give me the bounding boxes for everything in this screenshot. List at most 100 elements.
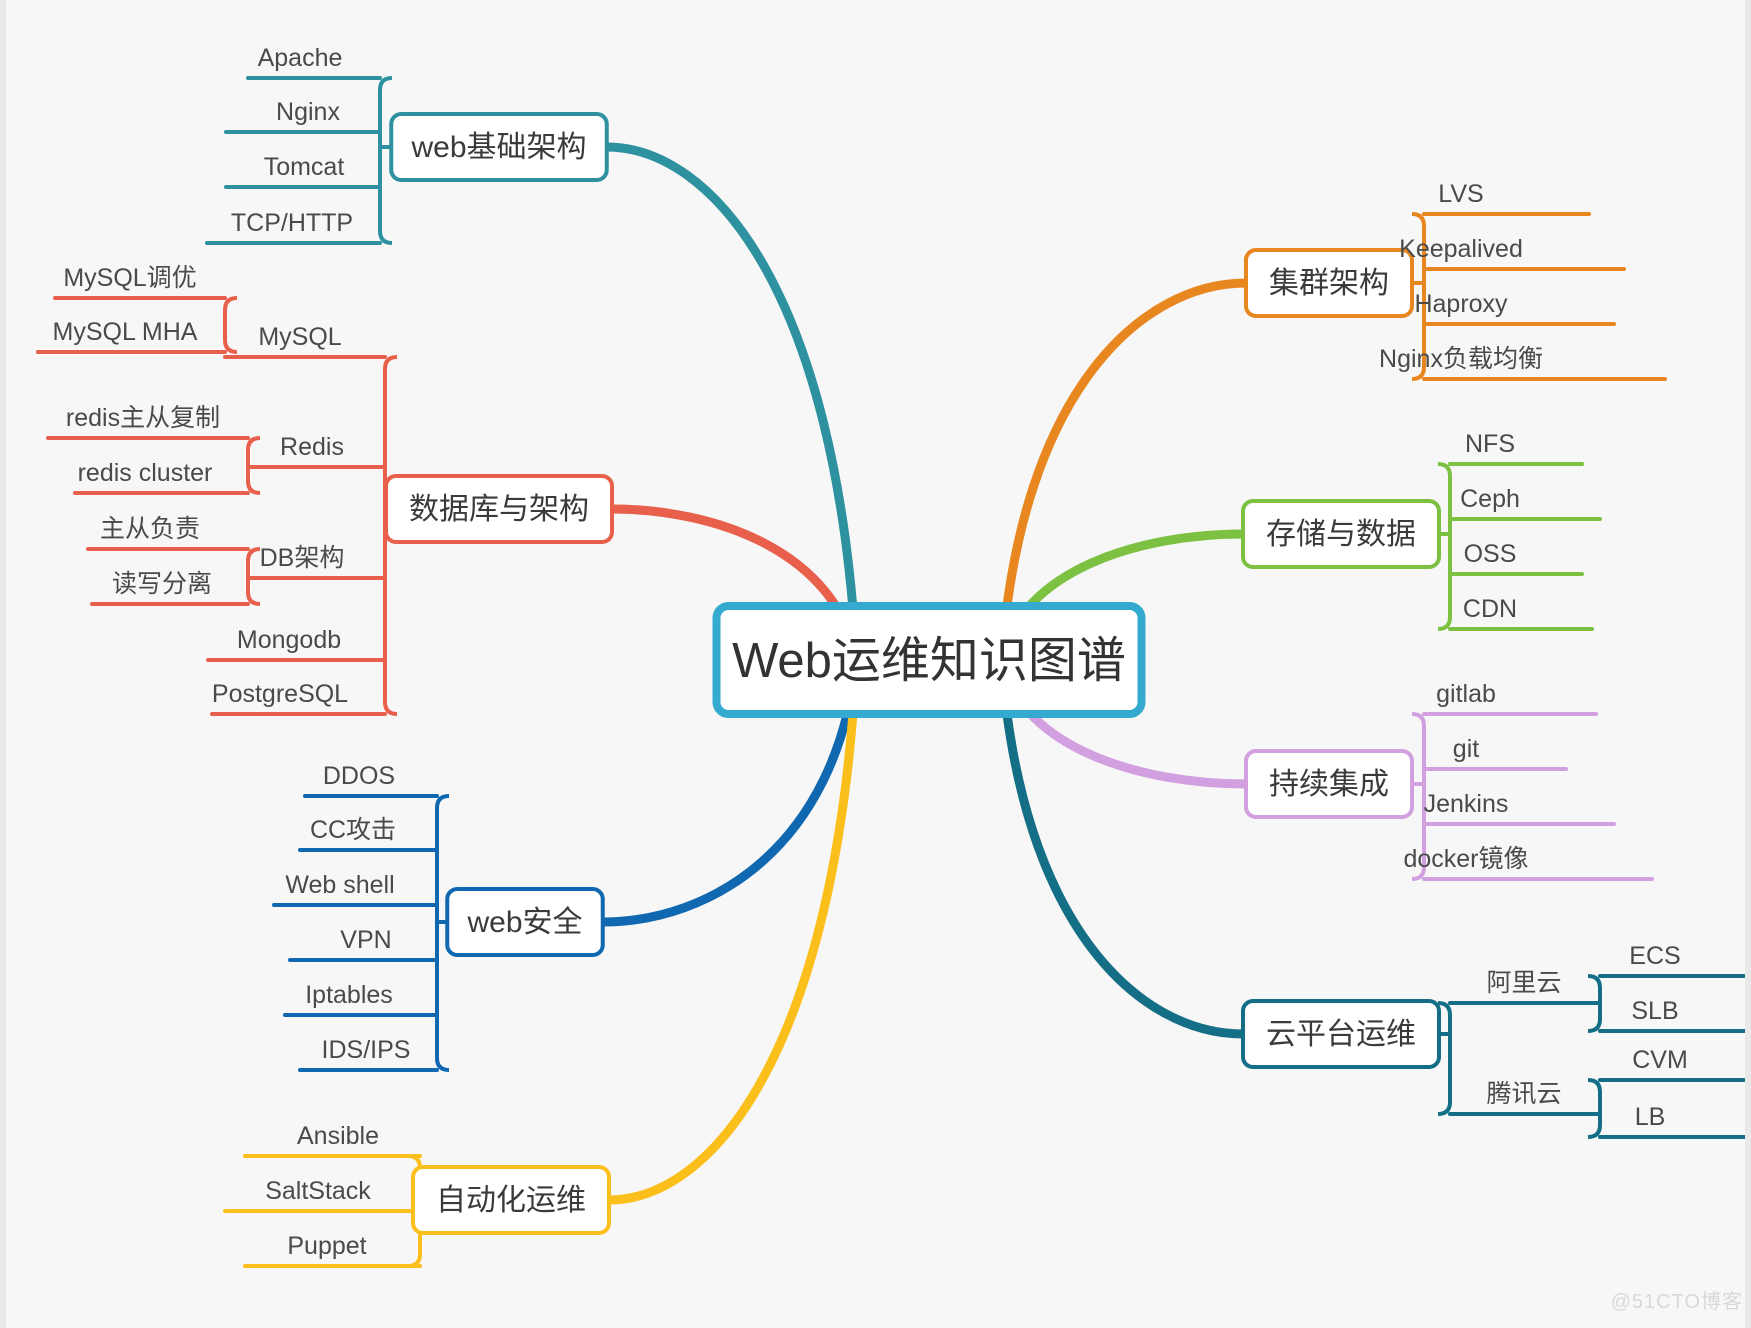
leaf-web-base-2[interactable]: Tomcat	[264, 153, 345, 181]
leaf-label: redis cluster	[78, 459, 213, 487]
leaf-database-2-0[interactable]: 主从负责	[100, 515, 200, 543]
leaf-database-0-1[interactable]: MySQL MHA	[53, 318, 198, 346]
leaf-database-1-0[interactable]: redis主从复制	[66, 404, 220, 432]
leaf-storage-0[interactable]: NFS	[1465, 430, 1515, 458]
leaf-ci-3[interactable]: docker镜像	[1403, 845, 1528, 873]
leaf-label: DDOS	[323, 762, 395, 790]
mid-database-3[interactable]: Mongodb	[237, 626, 341, 654]
mindmap-canvas: Web运维知识图谱 web基础架构 Apache Nginx Tomcat TCP/HTT…	[0, 0, 1751, 1328]
leaf-cloud-0-0[interactable]: ECS	[1629, 942, 1680, 970]
mid-label: DB架构	[260, 544, 345, 572]
leaf-label: 读写分离	[112, 570, 212, 598]
leaf-ci-0[interactable]: gitlab	[1436, 680, 1496, 708]
branch-node-cluster[interactable]: 集群架构	[1244, 248, 1414, 318]
branch-node-label: web安全	[466, 906, 582, 939]
leaf-label: Haproxy	[1414, 290, 1508, 318]
mid-cloud-0[interactable]: 阿里云	[1486, 969, 1561, 997]
mid-database-2[interactable]: DB架构	[260, 544, 345, 572]
mid-database-0[interactable]: MySQL	[258, 323, 341, 351]
branch-node-label: 云平台运维	[1266, 1018, 1416, 1051]
leaf-label: Keepalived	[1399, 235, 1523, 263]
leaf-web-base-1[interactable]: Nginx	[276, 98, 340, 126]
branch-node-web-security[interactable]: web安全	[445, 887, 605, 957]
leaf-label: git	[1453, 735, 1479, 763]
leaf-label: CC攻击	[310, 816, 396, 844]
leaf-label: ECS	[1629, 942, 1680, 970]
branch-node-automation[interactable]: 自动化运维	[411, 1165, 611, 1235]
leaf-cluster-0[interactable]: LVS	[1438, 180, 1483, 208]
leaf-label: Apache	[258, 44, 343, 72]
branch-node-label: 集群架构	[1269, 267, 1389, 300]
leaf-label: CVM	[1632, 1046, 1688, 1074]
mid-database-1[interactable]: Redis	[280, 433, 344, 461]
branch-node-database[interactable]: 数据库与架构	[384, 474, 614, 544]
leaf-label: Iptables	[305, 981, 393, 1009]
leaf-label: Puppet	[287, 1232, 366, 1260]
mid-label: Mongodb	[237, 626, 341, 654]
leaf-label: Ceph	[1460, 485, 1520, 513]
leaf-label: Web shell	[285, 871, 394, 899]
branch-node-label: web基础架构	[410, 131, 586, 164]
branch-node-cloud[interactable]: 云平台运维	[1241, 999, 1441, 1069]
mid-cloud-1[interactable]: 腾讯云	[1486, 1080, 1561, 1108]
leaf-label: redis主从复制	[66, 404, 220, 432]
leaf-label: CDN	[1463, 595, 1517, 623]
leaf-storage-1[interactable]: Ceph	[1460, 485, 1520, 513]
leaf-cloud-1-1[interactable]: LB	[1635, 1103, 1666, 1131]
leaf-storage-2[interactable]: OSS	[1464, 540, 1517, 568]
leaf-database-1-1[interactable]: redis cluster	[78, 459, 213, 487]
leaf-label: LB	[1635, 1103, 1666, 1131]
leaf-database-2-1[interactable]: 读写分离	[112, 570, 212, 598]
leaf-automation-0[interactable]: Ansible	[297, 1122, 379, 1150]
mid-label: Redis	[280, 433, 344, 461]
leaf-web-security-1[interactable]: CC攻击	[310, 816, 396, 844]
leaf-label: MySQL MHA	[53, 318, 198, 346]
branch-node-web-base[interactable]: web基础架构	[389, 112, 609, 182]
mid-label: 腾讯云	[1486, 1080, 1561, 1108]
leaf-label: NFS	[1465, 430, 1515, 458]
branch-node-label: 持续集成	[1269, 768, 1389, 801]
leaf-label: IDS/IPS	[322, 1036, 411, 1064]
leaf-label: Tomcat	[264, 153, 345, 181]
mid-label: 阿里云	[1486, 969, 1561, 997]
leaf-web-security-4[interactable]: Iptables	[305, 981, 393, 1009]
branch-node-label: 数据库与架构	[409, 493, 589, 526]
leaf-web-security-5[interactable]: IDS/IPS	[322, 1036, 411, 1064]
leaf-web-base-3[interactable]: TCP/HTTP	[231, 209, 353, 237]
branch-node-label: 自动化运维	[436, 1184, 586, 1217]
leaf-cloud-1-0[interactable]: CVM	[1632, 1046, 1688, 1074]
leaf-label: VPN	[340, 926, 391, 954]
leaf-cluster-3[interactable]: Nginx负载均衡	[1379, 345, 1543, 373]
leaf-label: Ansible	[297, 1122, 379, 1150]
leaf-cluster-2[interactable]: Haproxy	[1414, 290, 1508, 318]
leaf-ci-2[interactable]: Jenkins	[1424, 790, 1509, 818]
mid-database-4[interactable]: PostgreSQL	[212, 680, 348, 708]
leaf-web-security-3[interactable]: VPN	[340, 926, 391, 954]
left-edge-border	[0, 0, 6, 1328]
branch-node-ci[interactable]: 持续集成	[1244, 749, 1414, 819]
leaf-automation-1[interactable]: SaltStack	[265, 1177, 371, 1205]
leaf-web-base-0[interactable]: Apache	[258, 44, 343, 72]
root-node-label: Web运维知识图谱	[732, 634, 1126, 688]
right-edge-border	[1745, 0, 1751, 1328]
leaf-cloud-0-1[interactable]: SLB	[1631, 997, 1678, 1025]
leaf-ci-1[interactable]: git	[1453, 735, 1479, 763]
leaf-label: OSS	[1464, 540, 1517, 568]
leaf-web-security-2[interactable]: Web shell	[285, 871, 394, 899]
leaf-automation-2[interactable]: Puppet	[287, 1232, 366, 1260]
leaf-storage-3[interactable]: CDN	[1463, 595, 1517, 623]
leaf-label: SaltStack	[265, 1177, 371, 1205]
leaf-label: MySQL调优	[63, 264, 196, 292]
mid-label: MySQL	[258, 323, 341, 351]
leaf-label: LVS	[1438, 180, 1483, 208]
leaf-label: Nginx	[276, 98, 340, 126]
leaf-cluster-1[interactable]: Keepalived	[1399, 235, 1523, 263]
leaf-label: TCP/HTTP	[231, 209, 353, 237]
leaf-database-0-0[interactable]: MySQL调优	[63, 264, 196, 292]
root-node[interactable]: Web运维知识图谱	[712, 602, 1146, 718]
leaf-web-security-0[interactable]: DDOS	[323, 762, 395, 790]
leaf-label: Jenkins	[1424, 790, 1509, 818]
leaf-label: Nginx负载均衡	[1379, 345, 1543, 373]
leaf-label: docker镜像	[1403, 845, 1528, 873]
branch-node-storage[interactable]: 存储与数据	[1241, 499, 1441, 569]
